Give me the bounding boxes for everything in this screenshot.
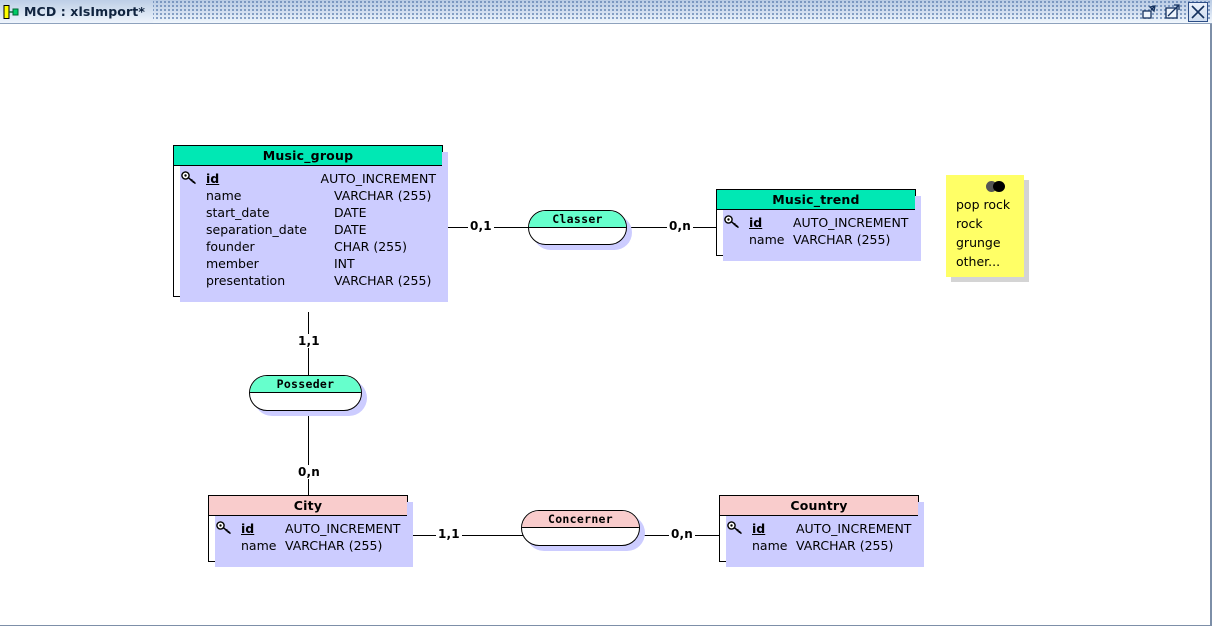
relationship-body: Classer (528, 210, 627, 245)
entity-title-music-trend: Music_trend (717, 190, 915, 210)
sticky-note-line: pop rock (956, 197, 1011, 212)
mcd-window: MCD : xlsImport* 0,1 0,n 1,1 0,n 1,1 0,n… (0, 0, 1212, 626)
attribute-row: name VARCHAR (255) (180, 188, 436, 205)
mcd-app-icon (3, 4, 20, 20)
diagram-canvas[interactable]: 0,1 0,n 1,1 0,n 1,1 0,n Music_group id A… (0, 25, 1208, 625)
attribute-type: AUTO_INCREMENT (793, 215, 909, 230)
attribute-row: name VARCHAR (255) (723, 232, 909, 249)
attribute-name: member (206, 256, 259, 271)
attribute-row: id AUTO_INCREMENT (726, 521, 912, 538)
attribute-name: name (749, 232, 785, 247)
attribute-row: name VARCHAR (255) (726, 538, 912, 555)
attribute-name: name (752, 538, 788, 553)
pushpin-icon (986, 181, 1008, 192)
attribute-row: start_date DATE (180, 205, 436, 222)
attribute-name: id (241, 521, 255, 536)
entity-attributes-music-trend: id AUTO_INCREMENT name VARCHAR (255) (717, 210, 915, 255)
attribute-type: AUTO_INCREMENT (320, 171, 436, 186)
close-button[interactable] (1188, 2, 1208, 22)
titlebar-title-group: MCD : xlsImport* (0, 0, 153, 23)
cardinality-classer-left: 0,1 (468, 219, 494, 233)
attribute-type: VARCHAR (255) (334, 188, 432, 203)
attribute-type: DATE (334, 222, 367, 237)
relationship-body: Posseder (249, 375, 362, 411)
entity-title-country: Country (720, 496, 918, 516)
cardinality-posseder-bottom: 0,n (296, 465, 323, 479)
attribute-row: name VARCHAR (255) (215, 538, 401, 555)
connector-city-concerner (409, 535, 525, 536)
attribute-name: name (206, 188, 242, 203)
attribute-row: id AUTO_INCREMENT (215, 521, 401, 538)
sticky-note-line: grunge (956, 235, 1001, 250)
attribute-name: presentation (206, 273, 286, 288)
attribute-type: VARCHAR (255) (793, 232, 891, 247)
connector-posseder-city (308, 411, 309, 498)
relationship-classer[interactable]: Classer (528, 210, 632, 250)
relationship-concerner[interactable]: Concerner (521, 510, 645, 551)
attribute-name: start_date (206, 205, 270, 220)
attribute-type: VARCHAR (255) (334, 273, 432, 288)
restore-down-button[interactable] (1140, 3, 1158, 21)
titlebar-drag-pattern (0, 1, 1212, 20)
attribute-name: name (241, 538, 277, 553)
relationship-label-classer: Classer (529, 211, 626, 228)
relationship-label-concerner: Concerner (522, 511, 639, 528)
entity-music-trend[interactable]: Music_trend id AUTO_INCREMENT name VARCH… (716, 189, 921, 261)
entity-city[interactable]: City id AUTO_INCREMENT name VARCHAR (255… (208, 495, 413, 567)
cardinality-concerner-left: 1,1 (436, 527, 462, 541)
attribute-row: presentation VARCHAR (255) (180, 273, 436, 290)
attribute-type: INT (334, 256, 355, 271)
entity-music-group[interactable]: Music_group id AUTO_INCREMENT name VARCH… (173, 145, 448, 302)
entity-attributes-country: id AUTO_INCREMENT name VARCHAR (255) (720, 516, 918, 561)
attribute-type: VARCHAR (255) (796, 538, 894, 553)
entity-attributes-city: id AUTO_INCREMENT name VARCHAR (255) (209, 516, 407, 561)
window-controls (1140, 2, 1208, 22)
entity-title-music-group: Music_group (174, 146, 442, 166)
attribute-type: CHAR (255) (334, 239, 407, 254)
relationship-label-posseder: Posseder (250, 376, 361, 393)
entity-title-city: City (209, 496, 407, 516)
cardinality-classer-right: 0,n (667, 219, 694, 233)
sticky-note-content: pop rock rock grunge other... (956, 195, 1020, 271)
attribute-type: AUTO_INCREMENT (285, 521, 401, 536)
sticky-note-line: other... (956, 254, 1001, 269)
attribute-row: founder CHAR (255) (180, 239, 436, 256)
attribute-type: VARCHAR (255) (285, 538, 383, 553)
entity-attributes-music-group: id AUTO_INCREMENT name VARCHAR (255) sta… (174, 166, 442, 296)
attribute-row: id AUTO_INCREMENT (723, 215, 909, 232)
maximize-button[interactable] (1164, 3, 1182, 21)
cardinality-posseder-top: 1,1 (296, 334, 322, 348)
attribute-type: AUTO_INCREMENT (796, 521, 912, 536)
attribute-name: id (752, 521, 766, 536)
attribute-row: member INT (180, 256, 436, 273)
attribute-name: id (749, 215, 763, 230)
attribute-row: id AUTO_INCREMENT (180, 171, 436, 188)
relationship-posseder[interactable]: Posseder (249, 375, 367, 416)
entity-country[interactable]: Country id AUTO_INCREMENT name VARCHAR (… (719, 495, 924, 567)
attribute-name: founder (206, 239, 255, 254)
attribute-name: separation_date (206, 222, 307, 237)
window-title: MCD : xlsImport* (24, 4, 145, 19)
sticky-note-line: rock (956, 216, 983, 231)
relationship-body: Concerner (521, 510, 640, 546)
attribute-name: id (206, 171, 220, 186)
attribute-row: separation_date DATE (180, 222, 436, 239)
window-titlebar[interactable]: MCD : xlsImport* (0, 0, 1212, 24)
sticky-note[interactable]: pop rock rock grunge other... (946, 175, 1029, 282)
cardinality-concerner-right: 0,n (669, 527, 696, 541)
sticky-note-paper: pop rock rock grunge other... (946, 175, 1024, 277)
attribute-type: DATE (334, 205, 367, 220)
